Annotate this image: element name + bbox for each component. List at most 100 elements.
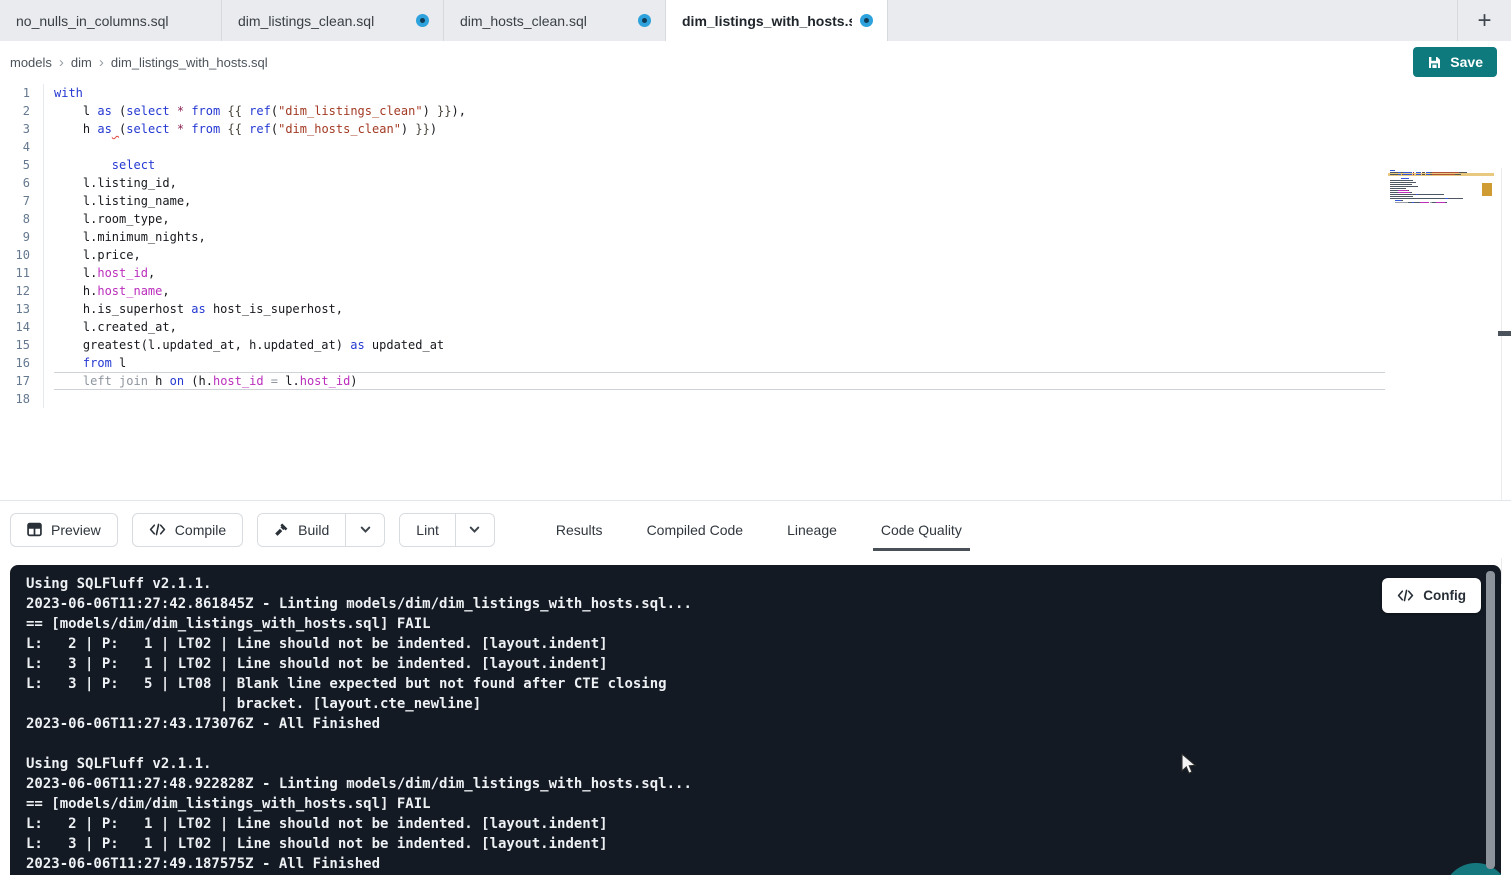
code-line-text[interactable]: l.host_id,	[54, 264, 1385, 282]
code-line[interactable]: 1with	[0, 84, 1511, 102]
code-line-text[interactable]: l.created_at,	[54, 318, 1385, 336]
code-line[interactable]: 14 l.created_at,	[0, 318, 1511, 336]
code-line[interactable]: 6 l.listing_id,	[0, 174, 1511, 192]
code-line-text[interactable]: h as (select * from {{ ref("dim_hosts_cl…	[54, 120, 1385, 138]
terminal-panel: Using SQLFluff v2.1.1. 2023-06-06T11:27:4…	[10, 565, 1501, 875]
line-number: 4	[0, 138, 44, 156]
code-line-text[interactable]: h.host_name,	[54, 282, 1385, 300]
terminal-line: 2023-06-06T11:27:42.861845Z - Linting mo…	[26, 594, 1501, 614]
file-tab[interactable]: dim_hosts_clean.sql	[444, 0, 666, 41]
terminal-line: == [models/dim/dim_listings_with_hosts.s…	[26, 614, 1501, 634]
build-dropdown-button[interactable]	[345, 514, 384, 546]
code-line-text[interactable]: l.listing_id,	[54, 174, 1385, 192]
unsaved-changes-icon	[860, 14, 873, 27]
code-line[interactable]: 12 h.host_name,	[0, 282, 1511, 300]
code-line-text[interactable]: l.room_type,	[54, 210, 1385, 228]
terminal-line: Using SQLFluff v2.1.1.	[26, 754, 1501, 774]
code-line-text[interactable]: h.is_superhost as host_is_superhost,	[54, 300, 1385, 318]
line-number: 9	[0, 228, 44, 246]
tab-code-quality[interactable]: Code Quality	[878, 501, 965, 559]
unsaved-changes-icon	[416, 14, 429, 27]
code-line-text[interactable]: l.minimum_nights,	[54, 228, 1385, 246]
chevron-down-icon	[359, 523, 372, 536]
code-line[interactable]: 10 l.price,	[0, 246, 1511, 264]
table-icon	[27, 522, 42, 537]
code-line-text[interactable]: left join h on (h.host_id = l.host_id)	[54, 372, 1385, 390]
terminal-line: L: 3 | P: 5 | LT08 | Blank line expected…	[26, 674, 1501, 694]
tab-lineage[interactable]: Lineage	[784, 501, 840, 559]
code-line[interactable]: 11 l.host_id,	[0, 264, 1511, 282]
code-line-text[interactable]: select	[54, 156, 1385, 174]
terminal-line: L: 3 | P: 1 | LT02 | Line should not be …	[26, 834, 1501, 854]
code-line[interactable]: 18	[0, 390, 1511, 408]
tab-list: no_nulls_in_columns.sql dim_listings_clea…	[0, 0, 888, 41]
editor-minimap[interactable]	[1390, 170, 1492, 206]
line-number: 16	[0, 354, 44, 372]
lint-button[interactable]: Lint	[400, 514, 455, 546]
line-number: 11	[0, 264, 44, 282]
terminal-line: L: 3 | P: 1 | LT02 | Line should not be …	[26, 654, 1501, 674]
breadcrumb-item[interactable]: dim_listings_with_hosts.sql	[111, 55, 268, 70]
code-icon	[149, 523, 166, 536]
terminal-line: == [models/dim/dim_listings_with_hosts.s…	[26, 794, 1501, 814]
code-line[interactable]: 4	[0, 138, 1511, 156]
breadcrumb-item[interactable]: dim	[71, 55, 92, 70]
build-button[interactable]: Build	[258, 514, 345, 546]
line-number: 7	[0, 192, 44, 210]
overview-ruler-cursor-marker	[1498, 331, 1511, 336]
tab-compiled-code[interactable]: Compiled Code	[644, 501, 747, 559]
code-line[interactable]: 5 select	[0, 156, 1511, 174]
code-line[interactable]: 9 l.minimum_nights,	[0, 228, 1511, 246]
file-tab-label: dim_listings_clean.sql	[238, 13, 408, 29]
code-line-text[interactable]	[54, 138, 1385, 156]
preview-button[interactable]: Preview	[10, 513, 118, 547]
code-line[interactable]: 17 left join h on (h.host_id = l.host_id…	[0, 372, 1511, 390]
code-line[interactable]: 8 l.room_type,	[0, 210, 1511, 228]
new-tab-button[interactable]: +	[1457, 0, 1511, 41]
code-line-text[interactable]: l.price,	[54, 246, 1385, 264]
editor-header: models›dim›dim_listings_with_hosts.sql S…	[0, 41, 1511, 84]
chevron-right-icon: ›	[59, 55, 64, 70]
code-line[interactable]: 2 l as (select * from {{ ref("dim_listin…	[0, 102, 1511, 120]
save-button-label: Save	[1450, 54, 1483, 70]
lint-button-group: Lint	[399, 513, 495, 547]
code-lines: 1with2 l as (select * from {{ ref("dim_l…	[0, 84, 1511, 408]
code-line-text[interactable]: greatest(l.updated_at, h.updated_at) as …	[54, 336, 1385, 354]
code-line-text[interactable]: from l	[54, 354, 1385, 372]
floppy-disk-icon	[1427, 55, 1442, 70]
save-button[interactable]: Save	[1413, 47, 1497, 77]
code-line-text[interactable]: l.listing_name,	[54, 192, 1385, 210]
line-number: 12	[0, 282, 44, 300]
terminal-scrollbar[interactable]	[1486, 571, 1495, 869]
file-tab[interactable]: dim_listings_with_hosts.sql	[666, 0, 888, 41]
overview-ruler-warning-marker	[1482, 183, 1492, 196]
file-tab[interactable]: no_nulls_in_columns.sql	[0, 0, 222, 41]
code-line[interactable]: 16 from l	[0, 354, 1511, 372]
code-line[interactable]: 13 h.is_superhost as host_is_superhost,	[0, 300, 1511, 318]
code-line-text[interactable]: with	[54, 84, 1385, 102]
breadcrumb-item[interactable]: models	[10, 55, 52, 70]
code-line-text[interactable]	[54, 390, 1385, 408]
action-toolbar: Preview Compile Build Lint Results Compiled …	[0, 500, 1511, 558]
build-button-group: Build	[257, 513, 385, 547]
lint-dropdown-button[interactable]	[455, 514, 494, 546]
code-line[interactable]: 3 h as (select * from {{ ref("dim_hosts_…	[0, 120, 1511, 138]
code-editor[interactable]: 1with2 l as (select * from {{ ref("dim_l…	[0, 84, 1511, 500]
code-line-text[interactable]: l as (select * from {{ ref("dim_listings…	[54, 102, 1385, 120]
preview-button-label: Preview	[51, 522, 101, 538]
terminal-line: 2023-06-06T11:27:49.187575Z - All Finish…	[26, 854, 1501, 874]
toolbar-buttons: Preview Compile Build Lint	[10, 513, 509, 547]
line-number: 15	[0, 336, 44, 354]
file-tab-label: dim_hosts_clean.sql	[460, 13, 630, 29]
tab-results[interactable]: Results	[553, 501, 606, 559]
config-button[interactable]: Config	[1382, 578, 1481, 613]
file-tab[interactable]: dim_listings_clean.sql	[222, 0, 444, 41]
file-tab-label: no_nulls_in_columns.sql	[16, 13, 207, 29]
config-button-label: Config	[1423, 588, 1466, 603]
lint-button-label: Lint	[416, 522, 439, 538]
code-line[interactable]: 15 greatest(l.updated_at, h.updated_at) …	[0, 336, 1511, 354]
line-number: 3	[0, 120, 44, 138]
compile-button[interactable]: Compile	[132, 513, 243, 547]
code-line[interactable]: 7 l.listing_name,	[0, 192, 1511, 210]
line-number: 5	[0, 156, 44, 174]
